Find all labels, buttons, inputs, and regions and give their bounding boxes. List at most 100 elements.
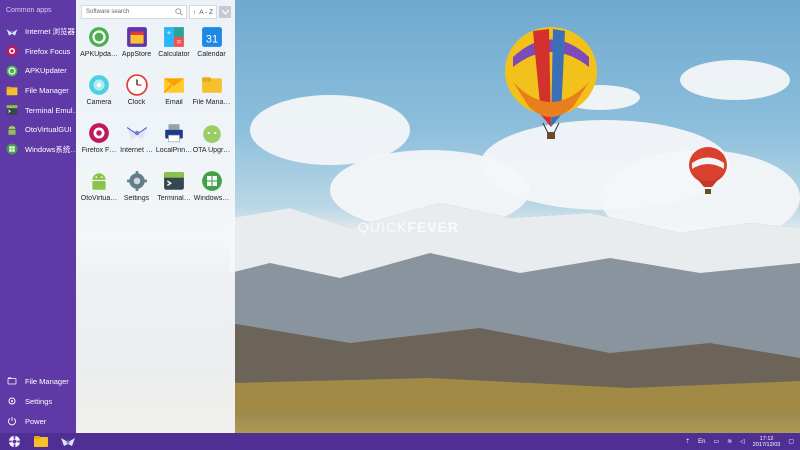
chevron-down-icon xyxy=(221,9,229,15)
app-tile[interactable]: + = Calculator xyxy=(155,26,193,58)
folder-icon xyxy=(34,436,48,447)
sidebar-app-label: Firefox Focus xyxy=(25,46,71,56)
app-tile-label: LocalPrin… xyxy=(155,147,193,154)
sidebar-app-label: OtoVirtualGUI xyxy=(25,125,72,135)
gear-icon xyxy=(6,395,18,407)
power-icon xyxy=(6,415,18,427)
taskbar-internet-browser[interactable] xyxy=(60,434,76,449)
app-tile[interactable]: 31 Calendar xyxy=(193,26,231,58)
ota-upgrade-icon xyxy=(201,122,223,144)
internet-browser-icon xyxy=(61,437,75,446)
app-tile[interactable]: Terminal… xyxy=(155,170,193,202)
language-indicator[interactable]: En xyxy=(698,439,705,445)
app-tile-label: Calendar xyxy=(197,51,226,58)
app-tile[interactable]: Clock xyxy=(118,74,156,106)
sidebar-link-power[interactable]: Power xyxy=(0,411,76,431)
sidebar-app-item[interactable]: Firefox Focus xyxy=(0,42,76,62)
internet-browser-icon xyxy=(126,122,148,144)
appstore-icon xyxy=(126,26,148,48)
sidebar-app-item[interactable]: File Manager xyxy=(0,81,76,101)
app-tile-label: Firefox F… xyxy=(81,147,117,154)
app-tile-label: File Mana… xyxy=(192,99,231,106)
sidebar-app-label: File Manager xyxy=(25,86,69,96)
windows-icon xyxy=(6,143,18,155)
folder-icon xyxy=(6,85,18,97)
app-tile[interactable]: Email xyxy=(155,74,193,106)
app-tile[interactable]: AppStore xyxy=(118,26,156,58)
sidebar-app-label: Terminal Emul… xyxy=(25,105,76,115)
app-tile[interactable]: OTA Upgr… xyxy=(193,122,231,154)
notifications-icon[interactable]: ▢ xyxy=(788,438,794,445)
app-drawer: Software search ↑ A - Z APKUpda… AppStore… xyxy=(76,0,235,433)
drawer-menu-button[interactable] xyxy=(219,6,231,18)
sidebar-link-label: Power xyxy=(25,416,47,426)
app-tile[interactable]: File Mana… xyxy=(193,74,231,106)
gear-icon xyxy=(126,170,148,192)
clock-icon xyxy=(125,74,148,96)
sort-arrow-icon: ↑ xyxy=(193,8,197,16)
sidebar-link-label: File Manager xyxy=(25,376,69,386)
sidebar-link-folder[interactable]: File Manager xyxy=(0,371,76,391)
terminal-icon xyxy=(163,170,185,192)
upload-icon[interactable]: ⇡ xyxy=(685,438,690,445)
app-tile[interactable]: Windows… xyxy=(193,170,231,202)
sidebar-app-label: Internet 浏览器 xyxy=(25,27,76,37)
app-tile-label: AppStore xyxy=(121,51,152,58)
terminal-icon xyxy=(6,104,18,116)
camera-icon xyxy=(88,74,110,96)
watermark: QUICKFEVER xyxy=(358,219,460,235)
start-button[interactable] xyxy=(6,434,22,449)
calculator-icon: + = xyxy=(163,26,185,48)
folder-outline-icon xyxy=(6,375,18,387)
taskbar-file-manager[interactable] xyxy=(33,434,49,449)
sidebar-app-item[interactable]: Terminal Emul… xyxy=(0,100,76,120)
app-tile-label: APKUpda… xyxy=(80,51,118,58)
sidebar-link-gear[interactable]: Settings xyxy=(0,391,76,411)
app-tile[interactable]: Firefox F… xyxy=(80,122,118,154)
hot-air-balloon-small xyxy=(689,147,727,194)
calendar-icon: 31 xyxy=(201,26,223,48)
app-tile[interactable]: OtoVirtua… xyxy=(80,170,118,202)
app-tile[interactable]: APKUpda… xyxy=(80,26,118,58)
apkupdater-icon xyxy=(6,65,18,77)
battery-icon[interactable]: ▭ xyxy=(713,438,719,445)
app-tile-label: OTA Upgr… xyxy=(192,147,231,154)
clock[interactable]: 17:12 2017/12/03 xyxy=(753,436,781,448)
email-icon xyxy=(163,74,185,96)
app-tile[interactable]: LocalPrin… xyxy=(155,122,193,154)
software-search-input[interactable]: Software search xyxy=(81,5,187,19)
start-menu-sidebar: Common apps Internet 浏览器 Firefox Focus APK… xyxy=(0,0,76,433)
folder-icon xyxy=(201,74,223,96)
svg-text:=: = xyxy=(177,38,182,47)
wifi-icon[interactable]: ≋ xyxy=(727,438,732,445)
sidebar-app-item[interactable]: APKUpdater xyxy=(0,61,76,81)
search-placeholder: Software search xyxy=(86,9,130,15)
internet-browser-icon xyxy=(6,26,18,38)
sidebar-app-label: APKUpdater xyxy=(25,66,67,76)
sidebar-link-label: Settings xyxy=(25,396,53,406)
app-tile-label: Terminal… xyxy=(157,195,191,202)
android-icon xyxy=(6,124,18,136)
sidebar-app-item[interactable]: Windows系统… xyxy=(0,140,76,160)
common-apps-heading: Common apps xyxy=(6,7,52,14)
firefox-focus-icon xyxy=(88,122,110,144)
app-tile[interactable]: Internet … xyxy=(118,122,156,154)
hot-air-balloon-large xyxy=(505,27,597,139)
volume-icon[interactable]: ◁ xyxy=(740,438,745,445)
sidebar-app-item[interactable]: OtoVirtualGUI xyxy=(0,120,76,140)
search-icon[interactable] xyxy=(175,8,183,16)
android-icon xyxy=(88,170,110,192)
sort-az-button[interactable]: ↑ A - Z xyxy=(189,5,217,19)
sort-label: A - Z xyxy=(199,8,213,16)
start-logo-icon xyxy=(7,435,21,448)
app-tile-label: Clock xyxy=(127,99,146,106)
app-tile-label: Settings xyxy=(123,195,150,202)
app-tile-label: Email xyxy=(165,99,183,106)
app-tile[interactable]: Settings xyxy=(118,170,156,202)
app-tile[interactable]: Camera xyxy=(80,74,118,106)
mountain-landscape xyxy=(230,203,800,413)
sidebar-app-label: Windows系统… xyxy=(25,144,76,154)
windows-icon xyxy=(201,170,223,192)
taskbar: ⇡ En ▭ ≋ ◁ 17:12 2017/12/03 ▢ xyxy=(0,433,800,450)
sidebar-app-item[interactable]: Internet 浏览器 xyxy=(0,22,76,42)
